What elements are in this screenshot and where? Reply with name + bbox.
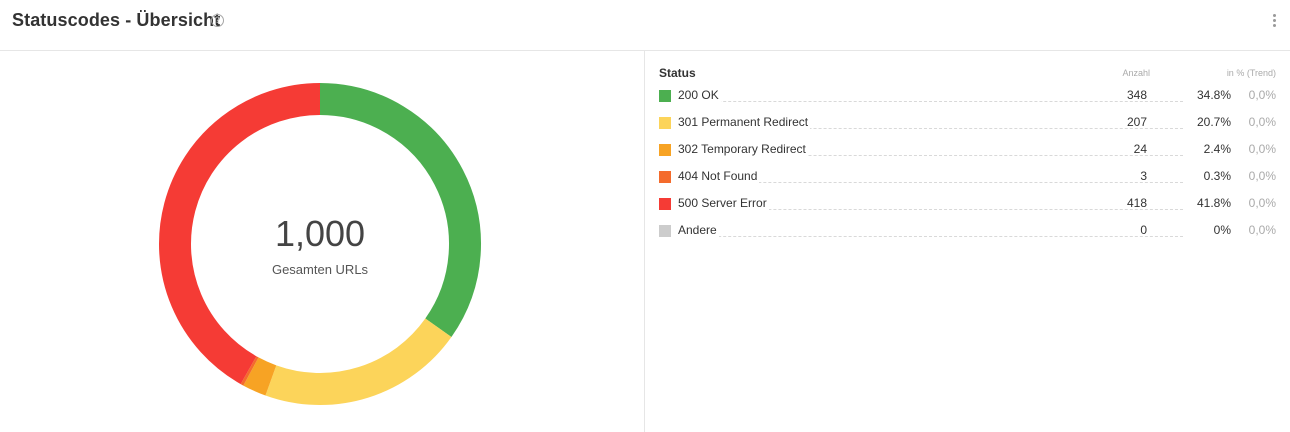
help-icon[interactable]: ? bbox=[211, 14, 224, 27]
status-percent: 20.7% bbox=[1196, 115, 1231, 129]
more-vertical-icon[interactable] bbox=[1271, 13, 1279, 29]
donut-slice-404-not-found[interactable] bbox=[240, 356, 259, 386]
status-percent: 41.8% bbox=[1196, 196, 1231, 210]
legend-swatch bbox=[659, 171, 671, 183]
legend-swatch bbox=[659, 225, 671, 237]
status-count: 207 bbox=[1126, 115, 1147, 129]
donut-slice-302-temporary-redirect[interactable] bbox=[243, 357, 277, 396]
column-header-percent: in % (Trend) bbox=[1226, 68, 1276, 78]
panel-title: Statuscodes - Übersicht bbox=[12, 10, 221, 30]
panel-header: Statuscodes - Übersicht ? bbox=[0, 0, 1290, 51]
table-row[interactable]: 404 Not Found 3 0.3% 0,0% bbox=[659, 168, 1279, 188]
table-row[interactable]: 500 Server Error 418 41.8% 0,0% bbox=[659, 195, 1279, 215]
status-percent: 2.4% bbox=[1203, 142, 1231, 156]
status-trend: 0,0% bbox=[1248, 142, 1276, 156]
status-label: 500 Server Error bbox=[678, 196, 769, 210]
donut-chart-area: 1,000 Gesamten URLs bbox=[0, 51, 644, 432]
status-label: Andere bbox=[678, 223, 719, 237]
status-count: 24 bbox=[1133, 142, 1147, 156]
status-count: 3 bbox=[1140, 169, 1147, 183]
table-row[interactable]: 200 OK 348 34.8% 0,0% bbox=[659, 87, 1279, 107]
status-count: 418 bbox=[1126, 196, 1147, 210]
column-header-status: Status bbox=[659, 66, 696, 80]
column-header-count: Anzahl bbox=[1122, 68, 1150, 78]
status-count: 0 bbox=[1140, 223, 1147, 237]
status-count: 348 bbox=[1126, 88, 1147, 102]
status-trend: 0,0% bbox=[1248, 169, 1276, 183]
status-label: 404 Not Found bbox=[678, 169, 760, 183]
table-row[interactable]: Andere 0 0% 0,0% bbox=[659, 222, 1279, 242]
total-label: Gesamten URLs bbox=[271, 262, 369, 277]
legend-swatch bbox=[659, 90, 671, 102]
status-percent: 0.3% bbox=[1203, 169, 1231, 183]
status-percent: 0% bbox=[1213, 223, 1231, 237]
legend-swatch bbox=[659, 198, 671, 210]
status-label: 302 Temporary Redirect bbox=[678, 142, 808, 156]
status-trend: 0,0% bbox=[1248, 115, 1276, 129]
total-value: 1,000 bbox=[274, 213, 366, 254]
table-row[interactable]: 302 Temporary Redirect 24 2.4% 0,0% bbox=[659, 141, 1279, 161]
donut-slice-301-permanent-redirect[interactable] bbox=[265, 318, 452, 405]
status-trend: 0,0% bbox=[1248, 196, 1276, 210]
status-label: 200 OK bbox=[678, 88, 721, 102]
status-trend: 0,0% bbox=[1248, 223, 1276, 237]
status-trend: 0,0% bbox=[1248, 88, 1276, 102]
status-percent: 34.8% bbox=[1196, 88, 1231, 102]
status-label: 301 Permanent Redirect bbox=[678, 115, 811, 129]
legend-swatch bbox=[659, 144, 671, 156]
legend-swatch bbox=[659, 117, 671, 129]
table-row[interactable]: 301 Permanent Redirect 207 20.7% 0,0% bbox=[659, 114, 1279, 134]
column-divider bbox=[644, 51, 645, 432]
